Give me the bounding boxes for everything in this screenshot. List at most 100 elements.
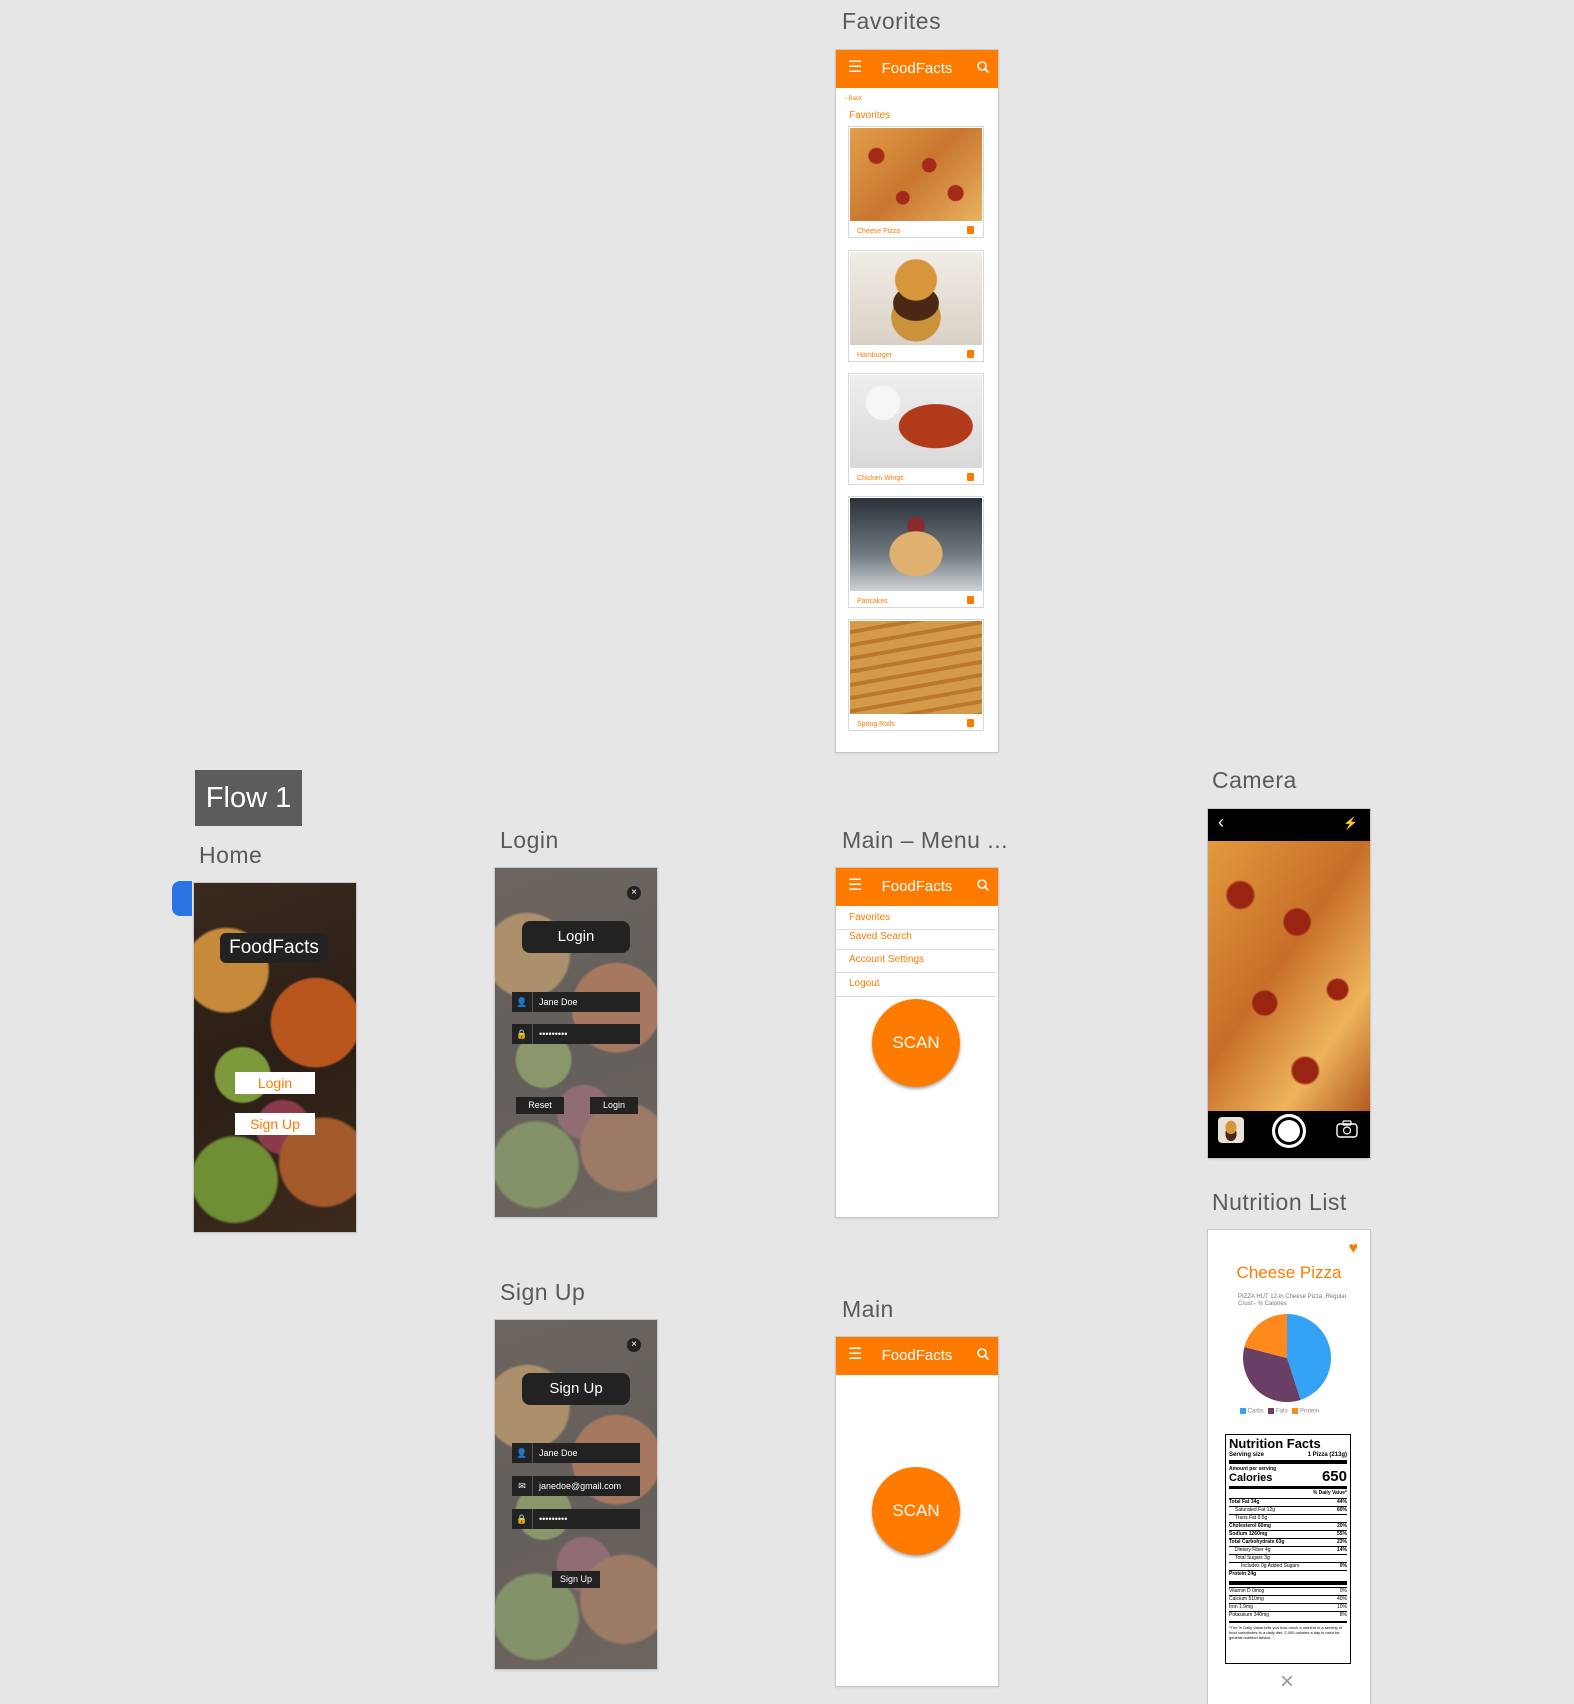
login-button[interactable]: Login (235, 1072, 315, 1094)
thin-divider (1229, 1621, 1347, 1623)
flash-icon[interactable]: ⚡ (1343, 816, 1358, 830)
nutrition-facts-header: Nutrition Facts (1229, 1436, 1321, 1451)
menu-item-account-settings[interactable]: Account Settings (836, 954, 996, 973)
sign-up-button[interactable]: Sign Up (235, 1113, 315, 1135)
menu-item-favorites[interactable]: Favorites (836, 912, 996, 930)
shutter-button[interactable] (1272, 1114, 1306, 1148)
nutrient-label: Saturated Fat 12g (1235, 1507, 1276, 1513)
mail-icon: ✉ (512, 1476, 533, 1496)
search-icon[interactable] (976, 878, 990, 892)
nutrient-row: Cholesterol 60mg 20% (1229, 1522, 1347, 1530)
vitamin-daily-value: 40% (1336, 1596, 1347, 1602)
flow-tag[interactable]: Flow 1 (195, 770, 302, 826)
home-artboard: FoodFacts Login Sign Up (194, 883, 356, 1232)
password-field[interactable]: 🔒 ••••••••• (512, 1024, 640, 1044)
calories-label: Calories (1229, 1472, 1273, 1484)
back-link[interactable]: ‹ Back (845, 96, 862, 102)
food-image (850, 498, 982, 591)
artboard-label-sign-up[interactable]: Sign Up (500, 1279, 585, 1306)
favorite-card[interactable]: Hamburger (848, 250, 984, 362)
nutrition-artboard: ♥ Cheese Pizza PIZZA HUT 12-in Cheese Pi… (1208, 1230, 1370, 1704)
serving-size-label: Serving size (1229, 1452, 1265, 1458)
artboard-label-home[interactable]: Home (199, 842, 262, 869)
food-image (850, 128, 982, 221)
flow-start-marker[interactable] (172, 881, 192, 916)
vitamin-rows: Vitamin D 0mcg 0% Calcium 510mg 40% Iron 1.9… (1226, 1587, 1350, 1619)
username-field[interactable]: 👤 Jane Doe (512, 1443, 640, 1463)
scan-button[interactable]: SCAN (872, 999, 960, 1087)
artboard-label-nutrition-list[interactable]: Nutrition List (1212, 1189, 1347, 1216)
legend-swatch-carbs (1240, 1408, 1246, 1414)
nutrient-label: Includes 0g Added Sugars (1241, 1563, 1300, 1569)
vitamin-label: Calcium 510mg (1229, 1596, 1264, 1602)
thick-divider (1229, 1486, 1347, 1489)
password-field[interactable]: 🔒 ••••••••• (512, 1509, 640, 1529)
artboard-label-login[interactable]: Login (500, 827, 559, 854)
switch-camera-icon[interactable] (1336, 1120, 1358, 1138)
main-menu-artboard: ☰ FoodFacts Favorites Saved Search Accou… (836, 868, 998, 1217)
vitamin-label: Vitamin D 0mcg (1229, 1588, 1265, 1594)
sign-up-submit-button[interactable]: Sign Up (552, 1571, 600, 1588)
menu-item-logout[interactable]: Logout (836, 978, 996, 997)
app-title: FoodFacts (881, 878, 953, 895)
trash-icon[interactable] (967, 719, 974, 727)
favorite-name: Cheese Pizza (857, 228, 901, 235)
back-chevron-icon[interactable]: ‹ (1218, 812, 1224, 833)
favorite-card[interactable]: Spring Rolls (848, 619, 984, 731)
trash-icon[interactable] (967, 473, 974, 481)
vitamin-label: Potassium 340mg (1229, 1612, 1270, 1618)
favorite-name: Hamburger (857, 352, 893, 359)
macro-pie-chart (1243, 1314, 1331, 1402)
username-field[interactable]: 👤 Jane Doe (512, 992, 640, 1012)
vitamin-row: Iron 1.9mg 10% (1229, 1603, 1347, 1611)
trash-icon[interactable] (967, 350, 974, 358)
favorite-heart-icon[interactable]: ♥ (1349, 1240, 1359, 1258)
nutrient-label: Cholesterol 60mg (1229, 1523, 1271, 1529)
scan-button[interactable]: SCAN (872, 1467, 960, 1555)
menu-item-saved-search[interactable]: Saved Search (836, 931, 996, 950)
food-image (850, 621, 982, 714)
artboard-label-main-menu[interactable]: Main – Menu ... (842, 827, 1008, 854)
artboard-label-favorites[interactable]: Favorites (842, 8, 941, 35)
favorite-card[interactable]: Chicken Wings (848, 373, 984, 485)
nutrient-row: Protein 24g (1229, 1570, 1347, 1578)
password-value: ••••••••• (539, 1514, 568, 1524)
vitamin-row: Vitamin D 0mcg 0% (1229, 1587, 1347, 1595)
user-icon: 👤 (512, 1443, 533, 1463)
email-field[interactable]: ✉ janedoe@gmail.com (512, 1476, 640, 1496)
login-submit-button[interactable]: Login (590, 1097, 638, 1114)
daily-value-header: % Daily Value* (1312, 1490, 1347, 1496)
nutrient-daily-value: 14% (1336, 1547, 1347, 1553)
search-icon[interactable] (976, 1347, 990, 1361)
vitamin-daily-value: 0% (1339, 1588, 1347, 1594)
gallery-thumbnail[interactable] (1218, 1117, 1244, 1143)
nutrient-label: Dietary Fiber 4g (1235, 1547, 1271, 1553)
close-icon[interactable]: × (627, 1338, 641, 1352)
artboard-label-camera[interactable]: Camera (1212, 767, 1297, 794)
nutrient-row: Trans Fat 0.5g (1229, 1514, 1347, 1522)
favorite-card[interactable]: Cheese Pizza (848, 126, 984, 238)
favorite-card[interactable]: Pancakes (848, 496, 984, 608)
nutrient-row: Includes 0g Added Sugars 0% (1229, 1562, 1347, 1570)
home-app-title: FoodFacts (220, 933, 328, 963)
trash-icon[interactable] (967, 596, 974, 604)
reset-button[interactable]: Reset (516, 1097, 564, 1114)
camera-viewfinder (1208, 841, 1370, 1111)
legend-label-carbs: Carbs (1247, 1408, 1264, 1415)
nutrient-label: Total Carbohydrate 63g (1229, 1539, 1285, 1545)
trash-icon[interactable] (967, 226, 974, 234)
camera-artboard: ‹ ⚡ (1208, 809, 1370, 1158)
pie-legend: Carbs Fats Protein (1240, 1408, 1350, 1417)
artboard-label-main[interactable]: Main (842, 1296, 894, 1323)
vitamin-daily-value: 10% (1336, 1604, 1347, 1610)
vitamin-daily-value: 8% (1339, 1612, 1347, 1618)
close-icon[interactable]: × (1280, 1670, 1294, 1694)
search-icon[interactable] (976, 60, 990, 74)
vitamin-row: Calcium 510mg 40% (1229, 1595, 1347, 1603)
username-value: Jane Doe (539, 1448, 578, 1458)
close-icon[interactable]: × (627, 886, 641, 900)
nutrient-label: Total Sugars 3g (1235, 1555, 1270, 1561)
favorite-name: Chicken Wings (857, 475, 904, 482)
nutrient-row: Sodium 1260mg 55% (1229, 1530, 1347, 1538)
vitamin-label: Iron 1.9mg (1229, 1604, 1253, 1610)
